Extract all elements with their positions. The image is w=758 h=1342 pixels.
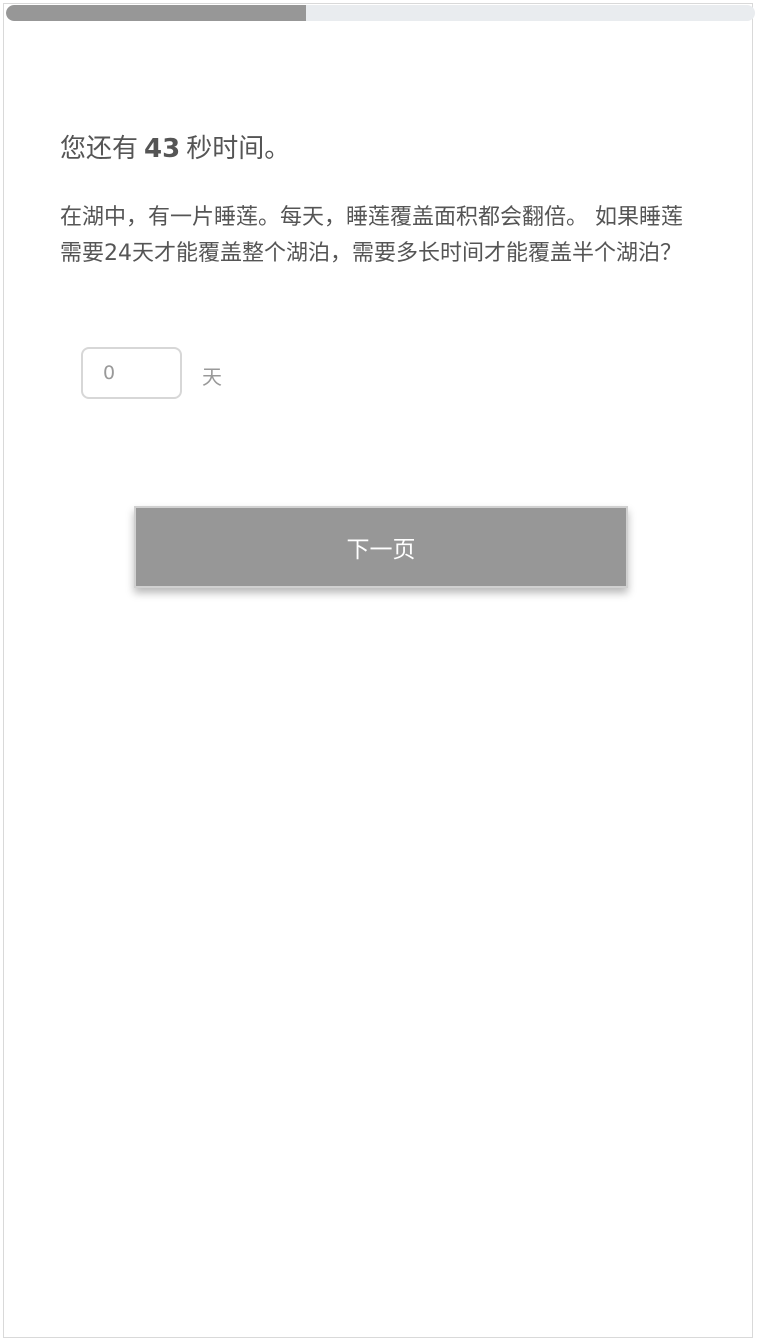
answer-row: 天	[81, 347, 222, 399]
timer-prefix: 您还有	[60, 134, 139, 164]
progress-bar	[6, 5, 755, 21]
question-text: 在湖中，有一片睡莲。每天，睡莲覆盖面积都会翻倍。 如果睡莲需要24天才能覆盖整个…	[60, 205, 683, 266]
timer-seconds: 43	[144, 134, 181, 164]
next-page-button[interactable]: 下一页	[134, 506, 628, 588]
days-answer-input[interactable]	[81, 347, 182, 399]
answer-unit-label: 天	[202, 364, 222, 389]
timer-suffix: 秒时间。	[186, 134, 291, 164]
survey-page: 您还有 43 秒时间。 在湖中，有一片睡莲。每天，睡莲覆盖面积都会翻倍。 如果睡莲需…	[3, 3, 755, 1338]
countdown-timer: 您还有 43 秒时间。	[60, 128, 290, 165]
progress-bar-fill	[6, 5, 306, 21]
